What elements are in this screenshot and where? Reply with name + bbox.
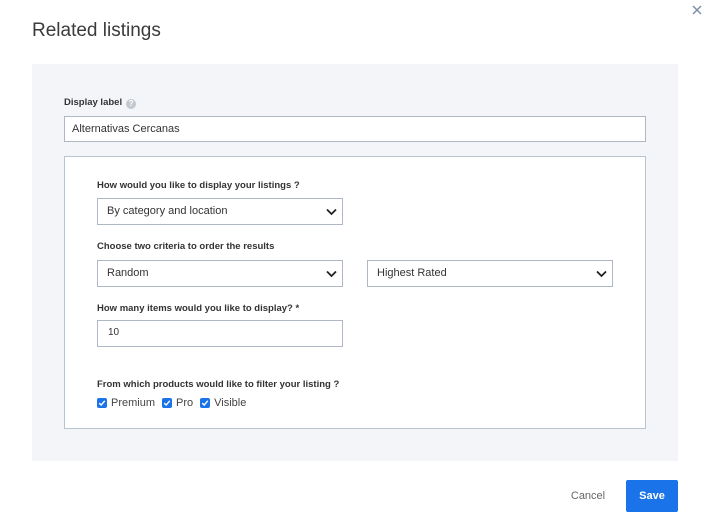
checkbox-checked-icon[interactable] bbox=[97, 398, 107, 408]
listing-options-box: How would you like to display your listi… bbox=[64, 156, 646, 429]
chevron-down-icon bbox=[596, 270, 607, 278]
order-second-select[interactable]: Highest Rated bbox=[367, 260, 613, 287]
items-question-label: How many items would you like to display… bbox=[97, 303, 300, 314]
items-count-input[interactable]: 10 bbox=[97, 320, 343, 347]
filter-pro[interactable]: Pro bbox=[162, 397, 193, 409]
close-icon[interactable] bbox=[690, 3, 704, 17]
filter-pro-label: Pro bbox=[176, 397, 194, 409]
product-filter-checkboxes: Premium Pro Visible bbox=[97, 397, 253, 409]
filter-visible-label: Visible bbox=[214, 397, 247, 409]
chevron-down-icon bbox=[326, 270, 337, 278]
settings-panel: Display label? Alternativas Cercanas How… bbox=[32, 64, 678, 461]
checkbox-checked-icon[interactable] bbox=[162, 398, 173, 408]
filter-visible[interactable]: Visible bbox=[200, 397, 246, 409]
chevron-down-icon bbox=[326, 208, 337, 216]
cancel-button[interactable]: Cancel bbox=[560, 484, 616, 508]
display-mode-value: By category and location bbox=[107, 205, 228, 217]
filter-question-label: From which products would like to filter… bbox=[97, 379, 340, 390]
order-first-value: Random bbox=[107, 267, 149, 279]
display-label-text: Display label bbox=[64, 97, 123, 108]
checkbox-checked-icon[interactable] bbox=[200, 398, 211, 408]
order-first-select[interactable]: Random bbox=[97, 260, 343, 287]
display-label-input[interactable]: Alternativas Cercanas bbox=[64, 116, 646, 142]
filter-premium-label: Premium bbox=[111, 397, 156, 409]
filter-premium[interactable]: Premium bbox=[97, 397, 155, 409]
display-label-heading: Display label? bbox=[64, 97, 137, 109]
order-second-value: Highest Rated bbox=[377, 267, 447, 279]
dialog-title: Related listings bbox=[32, 20, 161, 41]
display-mode-select[interactable]: By category and location bbox=[97, 198, 343, 225]
related-listings-dialog: Related listings Display label? Alternat… bbox=[0, 0, 707, 527]
display-question-label: How would you like to display your listi… bbox=[97, 180, 300, 191]
order-question-label: Choose two criteria to order the results bbox=[97, 241, 275, 252]
save-button[interactable]: Save bbox=[626, 480, 678, 512]
help-icon[interactable]: ? bbox=[126, 99, 137, 109]
